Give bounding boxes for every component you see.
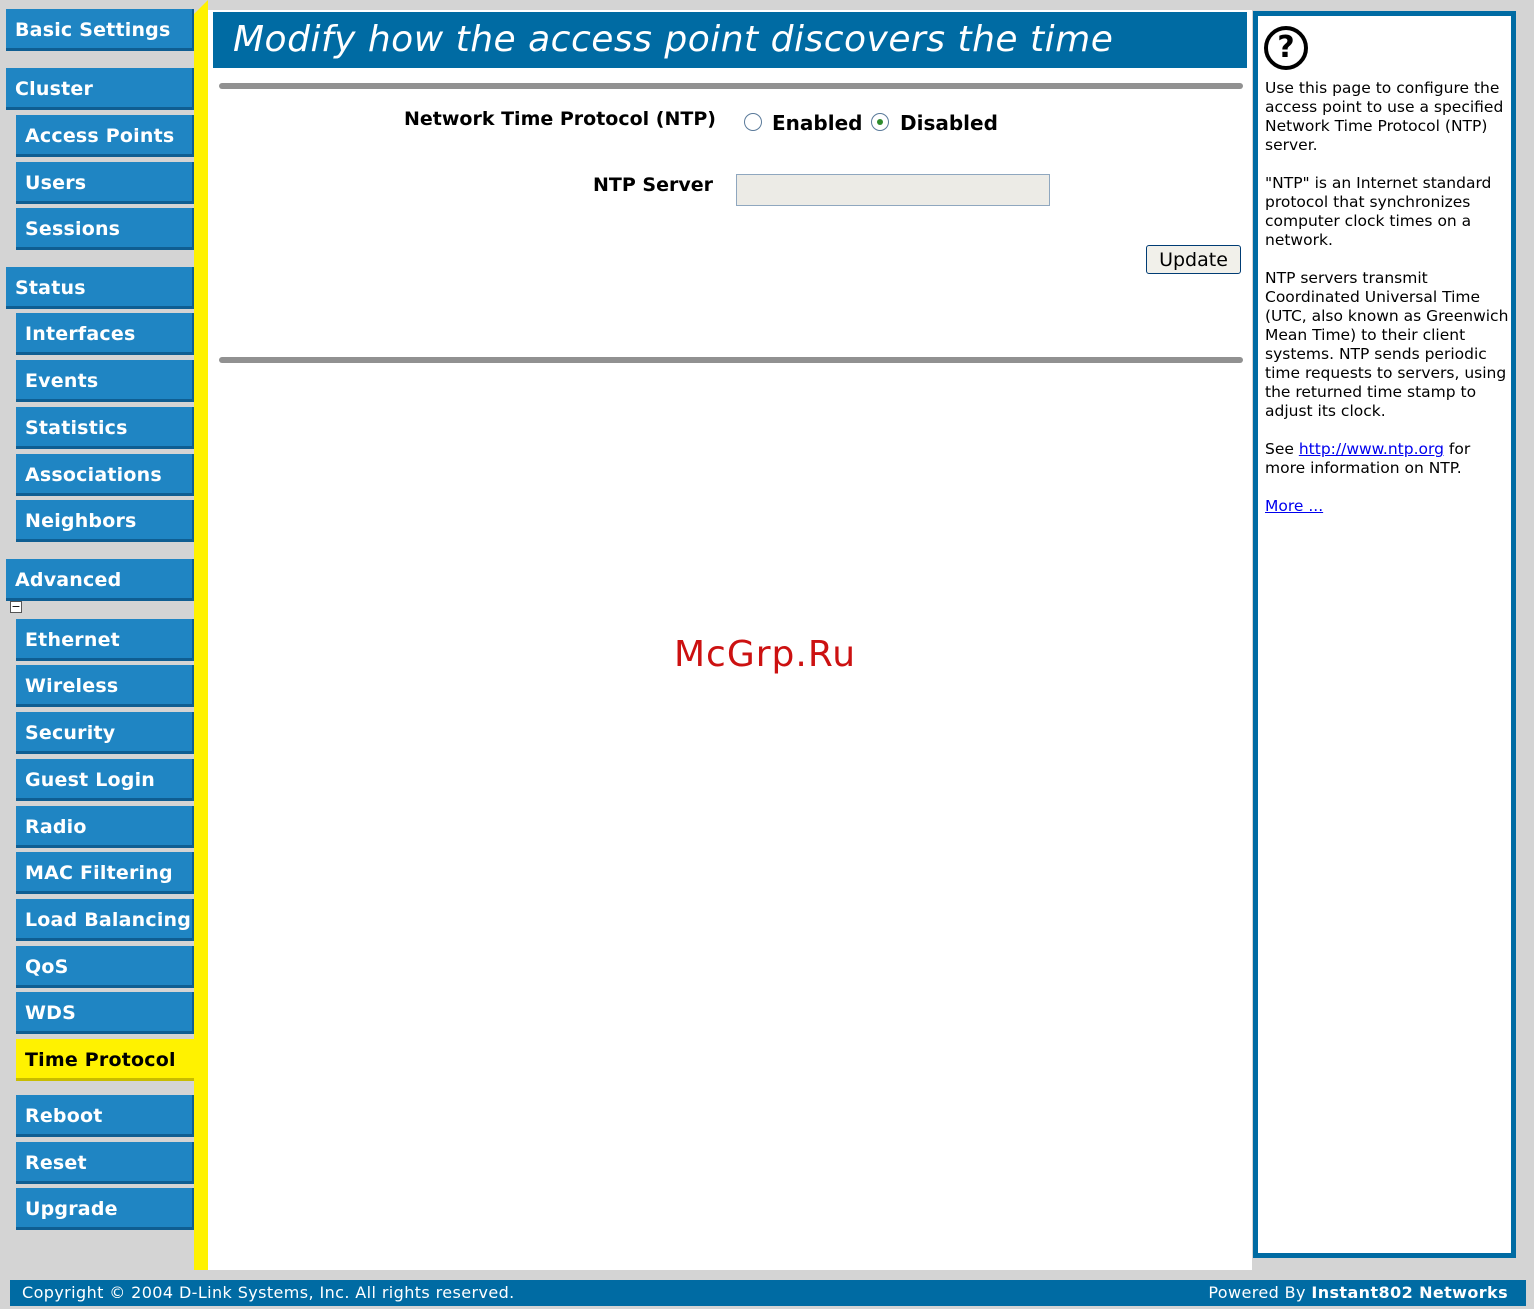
powered-by-brand: Instant802 Networks	[1311, 1283, 1508, 1302]
nav-statistics[interactable]: Statistics	[16, 407, 194, 449]
ntp-disabled-radio[interactable]	[871, 113, 889, 131]
nav-load-balancing[interactable]: Load Balancing	[16, 899, 194, 941]
nav-wireless[interactable]: Wireless	[16, 665, 194, 707]
nav-advanced[interactable]: Advanced	[6, 559, 194, 601]
nav-cluster[interactable]: Cluster	[6, 68, 194, 110]
ntp-server-input[interactable]	[736, 174, 1050, 206]
nav-access-points[interactable]: Access Points	[16, 115, 194, 157]
bar-fold	[194, 0, 208, 14]
ntp-server-label: NTP Server	[593, 174, 713, 196]
nav-sessions[interactable]: Sessions	[16, 208, 194, 250]
footer-bar: Copyright © 2004 D-Link Systems, Inc. Al…	[10, 1280, 1526, 1306]
nav-time-protocol[interactable]: Time Protocol	[16, 1039, 208, 1081]
active-section-bar	[194, 0, 208, 1270]
help-question-icon: ?	[1264, 26, 1308, 70]
top-divider	[219, 83, 1243, 89]
help-paragraph: NTP servers transmit Coordinated Univers…	[1265, 269, 1509, 420]
watermark-text: McGrp.Ru	[674, 634, 857, 675]
ntp-disabled-label[interactable]: Disabled	[900, 111, 998, 135]
nav-guest-login[interactable]: Guest Login	[16, 759, 194, 801]
bottom-divider	[219, 357, 1243, 363]
update-button[interactable]: Update	[1146, 245, 1241, 274]
nav-ethernet[interactable]: Ethernet	[16, 619, 194, 661]
nav-qos[interactable]: QoS	[16, 946, 194, 988]
powered-by-text: Powered By Instant802 Networks	[1208, 1280, 1508, 1306]
sidebar-nav: Basic Settings Cluster Access Points Use…	[0, 0, 208, 1270]
help-paragraph: See http://www.ntp.org for more informat…	[1265, 440, 1511, 478]
nav-basic-settings[interactable]: Basic Settings	[6, 9, 194, 51]
help-see-text: See	[1265, 440, 1299, 458]
ntp-enabled-label[interactable]: Enabled	[772, 111, 862, 135]
nav-wds[interactable]: WDS	[16, 992, 194, 1034]
help-paragraph: "NTP" is an Internet standard protocol t…	[1265, 174, 1492, 249]
nav-associations[interactable]: Associations	[16, 454, 194, 496]
help-text: Use this page to configure the access po…	[1265, 79, 1511, 535]
nav-security[interactable]: Security	[16, 712, 194, 754]
nav-interfaces[interactable]: Interfaces	[16, 313, 194, 355]
main-content: Modify how the access point discovers th…	[208, 10, 1252, 1270]
copyright-text: Copyright © 2004 D-Link Systems, Inc. Al…	[22, 1283, 515, 1302]
powered-by-prefix: Powered By	[1208, 1283, 1312, 1302]
nav-mac-filtering[interactable]: MAC Filtering	[16, 852, 194, 894]
help-more: More ...	[1265, 497, 1511, 516]
more-link[interactable]: More ...	[1265, 497, 1323, 515]
help-panel: ? Use this page to configure the access …	[1253, 11, 1516, 1258]
nav-reset[interactable]: Reset	[16, 1142, 194, 1184]
nav-users[interactable]: Users	[16, 162, 194, 204]
page-title: Modify how the access point discovers th…	[233, 19, 1114, 60]
nav-radio[interactable]: Radio	[16, 806, 194, 848]
help-paragraph: Use this page to configure the access po…	[1265, 79, 1504, 154]
ntp-org-link[interactable]: http://www.ntp.org	[1299, 440, 1444, 458]
nav-upgrade[interactable]: Upgrade	[16, 1188, 194, 1230]
page-title-bar: Modify how the access point discovers th…	[213, 12, 1247, 68]
ntp-label: Network Time Protocol (NTP)	[404, 108, 716, 130]
nav-events[interactable]: Events	[16, 360, 194, 402]
nav-status[interactable]: Status	[6, 267, 194, 309]
nav-reboot[interactable]: Reboot	[16, 1095, 194, 1137]
nav-neighbors[interactable]: Neighbors	[16, 500, 194, 542]
ntp-enabled-radio[interactable]	[744, 113, 762, 131]
collapse-toggle-icon[interactable]: −	[10, 601, 22, 613]
